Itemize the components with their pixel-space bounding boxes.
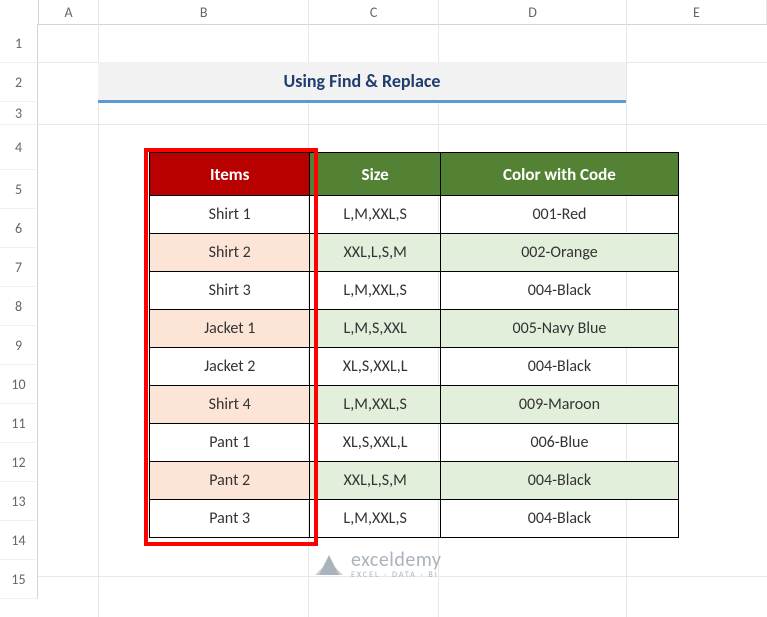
cell-items[interactable]: Pant 1 [150, 423, 309, 461]
row-header-12[interactable]: 12 [0, 443, 38, 482]
cell-color[interactable]: 002-Orange [440, 233, 678, 271]
header-size[interactable]: Size [309, 153, 440, 195]
column-header-D[interactable]: D [439, 0, 627, 24]
column-header-row: A B C D E [0, 0, 767, 25]
cell-items[interactable]: Pant 2 [150, 461, 309, 499]
spreadsheet-viewport: A B C D E 1 2 3 4 5 6 7 8 9 10 11 12 13 … [0, 0, 767, 617]
row-header-14[interactable]: 14 [0, 521, 38, 560]
cell-items[interactable]: Shirt 1 [150, 195, 309, 233]
table-row: Jacket 2 XL,S,XXL,L 004-Black [150, 347, 678, 385]
row-header-9[interactable]: 9 [0, 326, 38, 365]
table-row: Shirt 4 L,M,XXL,S 009-Maroon [150, 385, 678, 423]
cell-items[interactable]: Jacket 2 [150, 347, 309, 385]
row-header-15[interactable]: 15 [0, 560, 38, 599]
cell-color[interactable]: 001-Red [440, 195, 678, 233]
table-row: Shirt 2 XXL,L,S,M 002-Orange [150, 233, 678, 271]
column-header-B[interactable]: B [99, 0, 309, 24]
watermark-subtitle: EXCEL · DATA · BI [351, 570, 441, 580]
row-header-8[interactable]: 8 [0, 287, 38, 326]
row-header-1[interactable]: 1 [0, 24, 38, 63]
cell-color[interactable]: 004-Black [440, 499, 678, 537]
cell-size[interactable]: XL,S,XXL,L [309, 347, 440, 385]
cell-items[interactable]: Shirt 3 [150, 271, 309, 309]
cell-color[interactable]: 005-Navy Blue [440, 309, 678, 347]
cell-items[interactable]: Pant 3 [150, 499, 309, 537]
row-header-11[interactable]: 11 [0, 404, 38, 443]
watermark-logo: exceldemy EXCEL · DATA · BI [315, 548, 441, 580]
cell-size[interactable]: L,M,XXL,S [309, 195, 440, 233]
row-header-2[interactable]: 2 [0, 63, 38, 102]
table-header-row: Items Size Color with Code [150, 153, 678, 195]
cell-size[interactable]: XXL,L,S,M [309, 461, 440, 499]
cell-items[interactable]: Shirt 2 [150, 233, 309, 271]
table-row: Jacket 1 L,M,S,XXL 005-Navy Blue [150, 309, 678, 347]
table-row: Pant 1 XL,S,XXL,L 006-Blue [150, 423, 678, 461]
row-header-column: 1 2 3 4 5 6 7 8 9 10 11 12 13 14 15 [0, 24, 38, 599]
row-header-5[interactable]: 5 [0, 170, 38, 209]
cell-size[interactable]: XXL,L,S,M [309, 233, 440, 271]
table-row: Pant 2 XXL,L,S,M 004-Black [150, 461, 678, 499]
column-header-C[interactable]: C [309, 0, 439, 24]
data-table: Items Size Color with Code Shirt 1 L,M,X… [149, 152, 679, 538]
table-row: Shirt 1 L,M,XXL,S 001-Red [150, 195, 678, 233]
select-all-corner[interactable] [0, 0, 39, 24]
cell-color[interactable]: 004-Black [440, 461, 678, 499]
table-row: Shirt 3 L,M,XXL,S 004-Black [150, 271, 678, 309]
cell-size[interactable]: L,M,XXL,S [309, 499, 440, 537]
watermark-brand: exceldemy [351, 548, 441, 572]
cell-color[interactable]: 009-Maroon [440, 385, 678, 423]
cell-items[interactable]: Shirt 4 [150, 385, 309, 423]
cell-items[interactable]: Jacket 1 [150, 309, 309, 347]
cell-size[interactable]: L,M,XXL,S [309, 385, 440, 423]
gridline-v [98, 24, 99, 617]
cell-color[interactable]: 004-Black [440, 347, 678, 385]
gridline-h [38, 124, 767, 125]
chart-icon [315, 553, 343, 575]
cell-size[interactable]: L,M,S,XXL [309, 309, 440, 347]
header-color[interactable]: Color with Code [440, 153, 678, 195]
column-header-A[interactable]: A [39, 0, 100, 24]
row-header-6[interactable]: 6 [0, 209, 38, 248]
row-header-3[interactable]: 3 [0, 102, 38, 125]
row-header-10[interactable]: 10 [0, 365, 38, 404]
row-header-13[interactable]: 13 [0, 482, 38, 521]
page-title: Using Find & Replace [98, 62, 626, 103]
column-header-E[interactable]: E [627, 0, 767, 24]
cell-color[interactable]: 006-Blue [440, 423, 678, 461]
header-items[interactable]: Items [150, 153, 309, 195]
cell-color[interactable]: 004-Black [440, 271, 678, 309]
cell-size[interactable]: L,M,XXL,S [309, 271, 440, 309]
cell-size[interactable]: XL,S,XXL,L [309, 423, 440, 461]
row-header-7[interactable]: 7 [0, 248, 38, 287]
table-row: Pant 3 L,M,XXL,S 004-Black [150, 499, 678, 537]
row-header-4[interactable]: 4 [0, 125, 38, 170]
